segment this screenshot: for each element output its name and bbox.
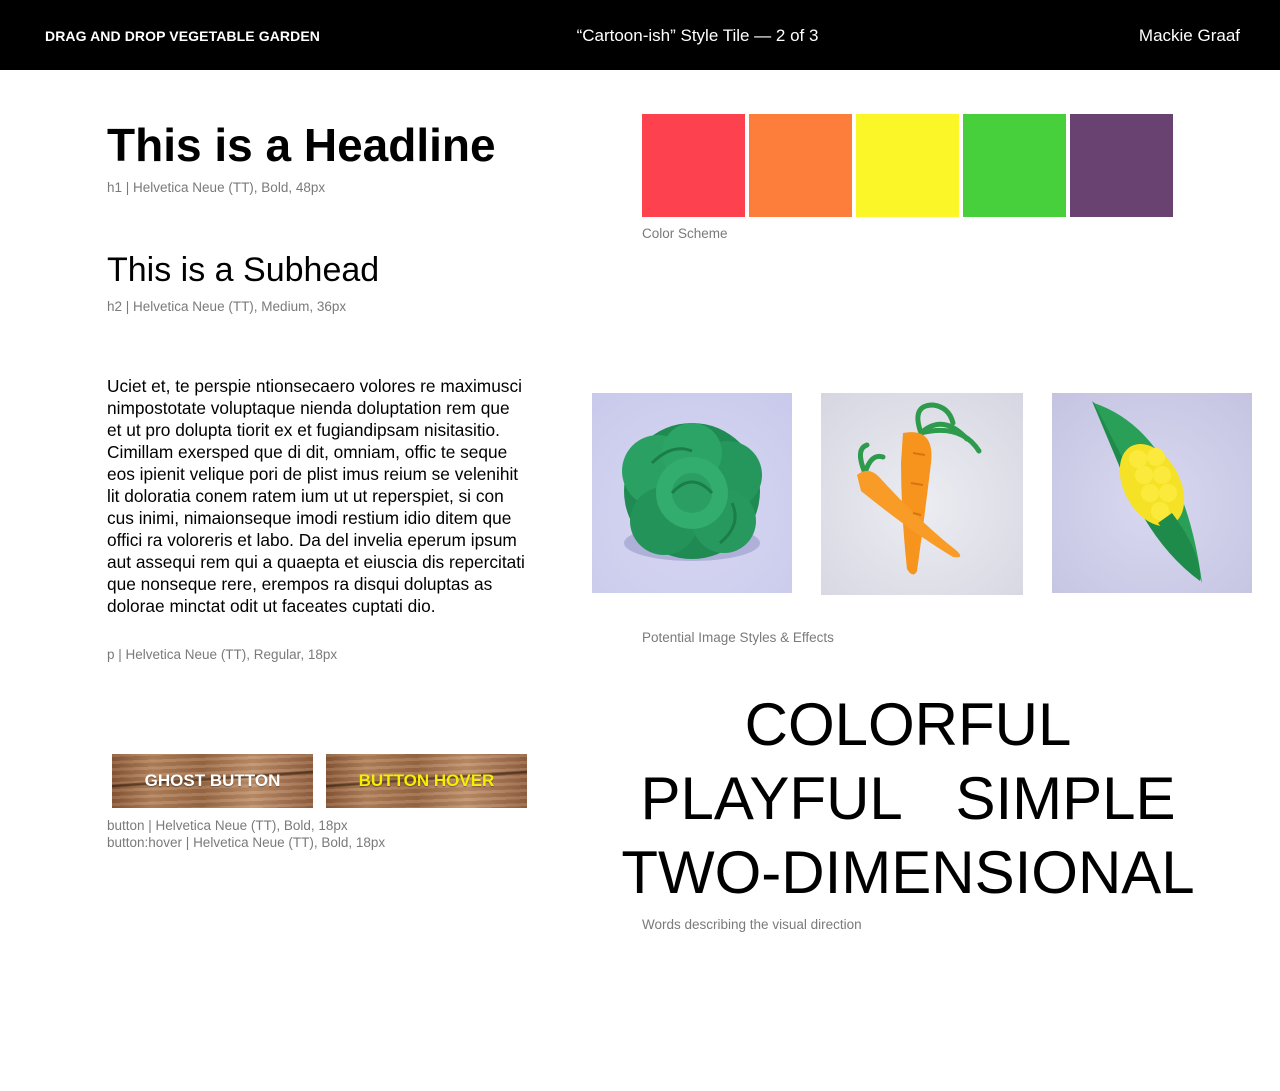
words-line-3: TWO-DIMENSIONAL [600, 836, 1216, 910]
paragraph-caption: p | Helvetica Neue (TT), Regular, 18px [107, 647, 338, 662]
visual-direction-caption: Words describing the visual direction [642, 917, 862, 932]
word-simple: SIMPLE [955, 765, 1176, 832]
word-two-dimensional: TWO-DIMENSIONAL [621, 839, 1195, 906]
headline-sample: This is a Headline [107, 119, 496, 171]
words-line-1: COLORFUL [600, 688, 1216, 762]
color-swatch-orange [749, 114, 852, 217]
color-swatch-yellow [856, 114, 959, 217]
subhead-sample: This is a Subhead [107, 251, 380, 289]
visual-direction-words: COLORFUL PLAYFUL SIMPLE TWO-DIMENSIONAL [600, 688, 1216, 910]
words-line-2: PLAYFUL SIMPLE [600, 762, 1216, 836]
color-swatch-red [642, 114, 745, 217]
button-caption-line: button | Helvetica Neue (TT), Bold, 18px [107, 818, 348, 833]
button-hover-caption-line: button:hover | Helvetica Neue (TT), Bold… [107, 835, 386, 850]
image-styles-caption: Potential Image Styles & Effects [642, 630, 834, 645]
cabbage-image [592, 393, 792, 593]
corn-image [1052, 393, 1252, 593]
ghost-button[interactable]: GHOST BUTTON [112, 754, 313, 808]
color-swatches [642, 114, 1173, 217]
color-scheme-caption: Color Scheme [642, 226, 728, 241]
carrots-image [821, 393, 1023, 595]
color-swatch-green [963, 114, 1066, 217]
headline-caption: h1 | Helvetica Neue (TT), Bold, 48px [107, 180, 326, 195]
word-colorful: COLORFUL [744, 691, 1072, 758]
subhead-caption: h2 | Helvetica Neue (TT), Medium, 36px [107, 299, 347, 314]
color-swatch-purple [1070, 114, 1173, 217]
word-playful: PLAYFUL [640, 765, 903, 832]
top-bar: DRAG AND DROP VEGETABLE GARDEN “Cartoon-… [0, 0, 1280, 70]
author-name: Mackie Graaf [1138, 26, 1240, 45]
paragraph-sample: Uciet et, te perspie ntionsecaero volore… [107, 376, 525, 616]
button-hover-sample[interactable]: BUTTON HOVER [326, 754, 527, 808]
button-caption: button | Helvetica Neue (TT), Bold, 18px… [107, 817, 385, 851]
style-tile-title: “Cartoon-ish” Style Tile — 2 of 3 [576, 26, 819, 45]
